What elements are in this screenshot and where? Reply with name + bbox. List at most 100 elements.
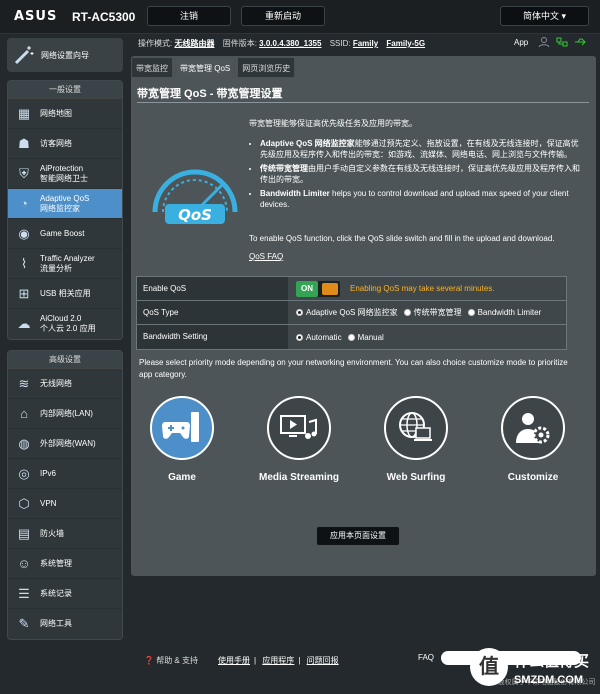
mode-circle[interactable] [150,396,214,460]
tab-web-history[interactable]: 网页浏览历史 [237,57,296,78]
app-link[interactable]: App [514,38,528,47]
vpn-icon: ⬡ [18,495,30,511]
tab-bandwidth-monitor[interactable]: 带宽监控 [131,57,173,78]
usb-status-icon[interactable] [574,36,586,48]
network-wizard-button[interactable]: 网络设置向导 [7,38,123,72]
traffic-analyzer-icon: ⌇ [20,255,28,271]
priority-text: Please select priority mode depending on… [139,358,568,379]
wizard-label: 网络设置向导 [41,50,89,60]
mode-label-game: Game [168,472,196,483]
intro-text: 带宽管理能够保证高优先级任务及应用的带宽。 [249,119,417,128]
qos-type-label: QoS Type [137,301,288,324]
sidebar-item-system-log[interactable]: ☰ 系统记录 [8,579,122,609]
radio[interactable] [403,309,411,316]
sidebar-item-network-tools[interactable]: ✎ 网络工具 [8,609,122,639]
mode-web-surfing[interactable]: Web Surfing [366,396,466,483]
link-separator: | [254,656,257,665]
qos-type-traditional[interactable]: 传统带宽管理 [403,307,462,318]
network-tools-icon: ✎ [18,616,30,631]
media-streaming-icon [280,415,317,439]
title-divider [137,102,589,103]
internet-status-icon[interactable] [556,36,568,48]
advanced-header: 高级设置 [8,351,122,369]
bandwidth-automatic[interactable]: Automatic [296,333,342,342]
operation-mode-link[interactable]: 无线路由器 [174,39,214,48]
qos-logo-text: QoS [178,206,212,224]
mode-game[interactable]: Game [132,396,232,483]
feature-traditional-qos: 传统带宽管理由用户手动自定义参数在有线及无线连接时，保证高优先级应用及程序传入和… [260,163,580,185]
ssid-5g-link[interactable]: Family-5G [386,39,425,48]
help-support: ❓ 帮助 & 支持 [144,656,198,665]
aiprotection-icon: ⛨ [19,165,29,181]
clients-icon[interactable] [538,36,550,48]
administration-icon: ☺ [17,556,31,571]
sidebar-item-lan[interactable]: ⌂ 内部网络(LAN) [8,399,122,429]
system-log-icon: ☰ [18,585,30,601]
qos-toggle[interactable]: ON [296,280,340,297]
customize-icon [516,413,550,444]
faq-label: FAQ [418,653,435,662]
sidebar-item-network-map[interactable]: ▦ 网络地图 [8,99,122,129]
mode-label-media: Media Streaming [258,472,340,483]
toggle-knob[interactable] [322,282,338,295]
mode-circle[interactable] [384,396,448,460]
sidebar-item-adaptive-qos[interactable]: ◔ Adaptive QoS 网络监控家 [8,189,122,219]
qos-faq-link[interactable]: QoS FAQ [249,252,283,261]
utility-link[interactable]: 应用程序 [262,656,294,665]
watermark-badge: 值 [470,648,508,686]
ssid-2g-link[interactable]: Family [353,39,378,48]
advanced-section: 高级设置 ≋ 无线网络 ⌂ 内部网络(LAN) ◍ 外部网络(WAN) ◎ IPv6 ⬡… [7,350,123,640]
watermark: 值 什么值得买 SMZDM.COM [470,648,595,694]
table-row: QoS Type Adaptive QoS 网络监控家 传统带宽管理 Bandw… [137,301,566,325]
sidebar-item-vpn[interactable]: ⬡ VPN [8,489,122,519]
usb-icon: ⊞ [18,285,30,301]
feature-bandwidth-limiter: Bandwidth Limiter helps you to control d… [260,188,580,210]
language-label: 简体中文 [522,11,559,21]
network-map-icon: ▦ [17,105,31,121]
language-select[interactable]: 简体中文 ▾ [500,6,589,26]
qos-settings-table: Enable QoS ON Enabling QoS may take seve… [136,276,567,350]
sidebar-item-firewall[interactable]: ▤ 防火墙 [8,519,122,549]
sidebar-item-wan[interactable]: ◍ 外部网络(WAN) [8,429,122,459]
sidebar-item-traffic-analyzer[interactable]: ⌇ Traffic Analyzer 流量分析 [8,249,122,279]
bandwidth-setting-label: Bandwidth Setting [137,325,288,349]
general-header: 一般设置 [8,81,122,99]
feature-list: Adaptive QoS 网络监控家能够通过预先定义、拖放设置，在有线及无线连接… [260,138,580,213]
qos-speedometer-icon: QoS [152,169,238,224]
qos-type-limiter[interactable]: Bandwidth Limiter [467,308,541,317]
sidebar-item-aiprotection[interactable]: ⛨ AiProtection 智能网络卫士 [8,159,122,189]
table-row: Bandwidth Setting Automatic Manual [137,325,566,349]
reboot-button[interactable]: 重新启动 [241,6,325,26]
sidebar-item-ipv6[interactable]: ◎ IPv6 [8,459,122,489]
sidebar-item-guest-network[interactable]: ☗ 访客网络 [8,129,122,159]
feedback-link[interactable]: 问题回报 [307,656,339,665]
web-surfing-icon [399,412,432,441]
game-boost-icon: ◉ [18,225,30,241]
sidebar-item-administration[interactable]: ☺ 系统管理 [8,549,122,579]
radio-selected[interactable] [296,333,303,341]
mode-circle[interactable] [267,396,331,460]
radio[interactable] [467,309,475,316]
tab-qos[interactable]: 带宽管理 QoS [175,57,236,78]
table-row: Enable QoS ON Enabling QoS may take seve… [137,277,566,301]
radio[interactable] [347,333,355,341]
mode-label-customize: Customize [507,472,559,483]
sidebar-item-aicloud[interactable]: ☁ AiCloud 2.0 个人云 2.0 应用 [8,309,122,339]
sidebar-item-game-boost[interactable]: ◉ Game Boost [8,219,122,249]
magic-wand-icon [14,46,34,65]
mode-media-streaming[interactable]: Media Streaming [249,396,349,483]
logout-button[interactable]: 注销 [147,6,231,26]
model-name: RT-AC5300 [72,10,136,24]
bandwidth-manual[interactable]: Manual [347,333,384,342]
radio-selected[interactable] [296,309,303,316]
apply-button[interactable]: 应用本页面设置 [316,526,400,546]
mode-customize[interactable]: Customize [483,396,583,483]
sidebar-item-wireless[interactable]: ≋ 无线网络 [8,369,122,399]
help-icon: ❓ [144,656,154,665]
sidebar-item-usb[interactable]: ⊞ USB 相关应用 [8,279,122,309]
qos-type-adaptive[interactable]: Adaptive QoS 网络监控家 [296,307,398,318]
mode-circle[interactable] [501,396,565,460]
firmware-link[interactable]: 3.0.0.4.380_1355 [259,39,321,48]
manual-link[interactable]: 使用手册 [218,656,250,665]
chevron-down-icon: ▾ [561,11,567,21]
